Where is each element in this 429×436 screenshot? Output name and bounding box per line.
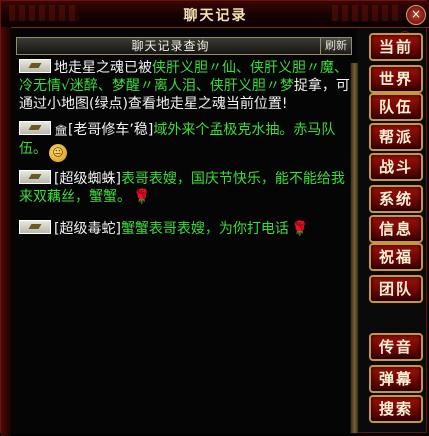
message-sender[interactable]: [老哥修车’稳] [68,122,153,138]
title-bar[interactable]: 聊天记录 × [1,1,429,28]
channel-button-blessing[interactable]: 祝福 [369,243,423,271]
emoji-icon: 😐 [49,144,67,162]
message-text: 〃梦 [265,78,294,94]
message-text: 〃离人泪、侠肝义胆 [139,78,266,94]
channel-button-whisper[interactable]: 传音 [369,333,423,361]
channel-button-team[interactable]: 队伍 [369,93,423,121]
channel-sidebar: 当前世界 队伍 帮派 战斗系统 信息 祝福团队传音弹幕 搜索 [364,29,428,434]
chat-message: [超级毒蛇]蟹蟹表哥表嫂，为你打电话 🌹 [19,220,352,238]
left-border [1,27,11,436]
channel-badge-icon[interactable] [19,59,51,73]
title-ornament-right [332,5,402,21]
message-text: 〃仙、 [208,60,250,76]
channel-badge-icon[interactable] [19,220,51,234]
chat-log-window: 聊天记录 × 聊天记录查询 刷新 地走星之魂已被侠肝义胆〃仙、侠肝义胆〃魔、冷无… [0,0,429,436]
refresh-button[interactable]: 刷新 [320,37,352,55]
panel-header: 聊天记录查询 [16,37,325,55]
close-button[interactable]: × [406,5,426,25]
message-sender[interactable]: [超级蜘蛛] [54,171,121,187]
message-sender[interactable]: [超级毒蛇] [54,221,121,237]
channel-button-world[interactable]: 世界 [369,65,423,93]
chat-message: 🏛[老哥修车’稳]域外来个孟极克水抽。赤马队伍。 😐 [19,121,352,162]
channel-button-guild[interactable]: 帮派 [369,123,423,151]
message-text: 侠肝义胆 [250,60,306,76]
channel-button-battle[interactable]: 战斗 [369,153,423,181]
channel-button-current[interactable]: 当前 [369,33,423,61]
channel-button-barrage[interactable]: 弹幕 [369,365,423,393]
chat-message: [超级蜘蛛]表哥表嫂，国庆节快乐，能不能给我来双藕丝，蟹蟹。 🌹 [19,170,352,206]
message-text: √迷醉、梦醒 [61,78,140,94]
scrollbar-thumb[interactable] [351,63,358,433]
message-text: 蟹蟹表哥表嫂，为你打电话 [120,221,289,237]
channel-badge-icon[interactable] [19,170,51,184]
channel-button-system[interactable]: 系统 [369,185,423,213]
chat-content-panel: 聊天记录查询 刷新 地走星之魂已被侠肝义胆〃仙、侠肝义胆〃魔、冷无情√迷醉、梦醒… [11,29,358,434]
chat-log-list: 地走星之魂已被侠肝义胆〃仙、侠肝义胆〃魔、冷无情√迷醉、梦醒〃离人泪、侠肝义胆〃… [19,59,352,246]
channel-button-info[interactable]: 信息 [369,215,423,243]
channel-button-search[interactable]: 搜索 [369,395,423,423]
pub-icon: 🏛 [54,124,68,137]
message-text: 〃 [306,60,320,76]
channel-button-group[interactable]: 团队 [369,275,423,303]
rose-icon: 🌹 [133,189,151,205]
scrollbar[interactable] [350,63,358,434]
chat-message: 地走星之魂已被侠肝义胆〃仙、侠肝义胆〃魔、冷无情√迷醉、梦醒〃离人泪、侠肝义胆〃… [19,59,352,113]
channel-badge-icon[interactable] [19,121,51,135]
message-text: 侠肝义胆 [152,60,208,76]
message-sender: 地走星之魂已被 [54,60,152,76]
rose-icon: 🌹 [290,221,309,237]
